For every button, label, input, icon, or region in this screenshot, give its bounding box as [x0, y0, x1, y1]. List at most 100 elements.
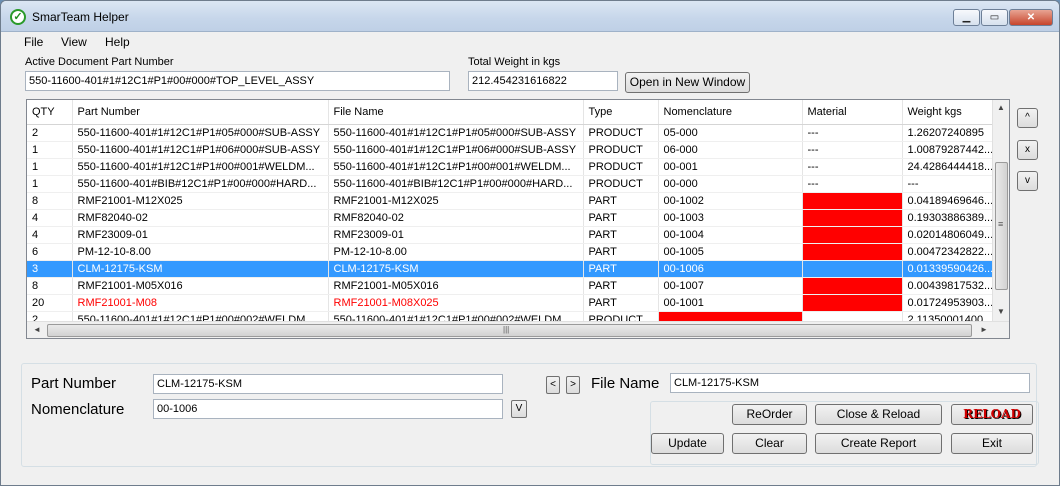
cell-part-number[interactable]: 550-11600-401#1#12C1#P1#00#001#WELDM... [72, 158, 329, 176]
cell-qty[interactable]: 3 [27, 260, 73, 278]
table-row[interactable]: 8 RMF21001-M05X016 RMF21001-M05X016 PART 00-… [27, 277, 1000, 295]
reload-button[interactable]: RELOAD [951, 404, 1033, 425]
close-reload-button[interactable]: Close & Reload [815, 404, 942, 425]
update-button[interactable]: Update [651, 433, 724, 454]
cell-type[interactable]: PRODUCT [583, 124, 659, 142]
close-icon[interactable]: ✕ [1009, 9, 1053, 26]
cell-file-name[interactable]: RMF21001-M05X016 [328, 277, 584, 295]
cell-material[interactable]: --- [802, 175, 903, 193]
cell-type[interactable]: PART [583, 277, 659, 295]
cell-nomenclature[interactable]: 00-1001 [658, 294, 803, 312]
cell-file-name[interactable]: 550-11600-401#1#12C1#P1#06#000#SUB-ASSY [328, 141, 584, 159]
table-row[interactable]: 3 CLM-12175-KSM CLM-12175-KSM PART 00-1006 0.… [27, 260, 1000, 278]
cell-material[interactable]: --- [802, 124, 903, 142]
cell-qty[interactable]: 1 [27, 141, 73, 159]
cell-part-number[interactable]: 550-11600-401#BIB#12C1#P1#00#000#HARD... [72, 175, 329, 193]
cell-file-name[interactable]: 550-11600-401#1#12C1#P1#05#000#SUB-ASSY [328, 124, 584, 142]
cell-part-number[interactable]: RMF21001-M08 [72, 294, 329, 312]
scroll-right-icon[interactable]: ► [980, 325, 988, 334]
cell-weight[interactable]: 24.4286444418... [902, 158, 1000, 176]
vertical-scroll-thumb[interactable]: ≡ [995, 162, 1008, 290]
cell-file-name[interactable]: 550-11600-401#BIB#12C1#P1#00#000#HARD... [328, 175, 584, 193]
table-row[interactable]: 4 RMF23009-01 RMF23009-01 PART 00-1004 0.0201… [27, 226, 1000, 244]
col-header-material[interactable]: Material [802, 100, 903, 125]
col-header-type[interactable]: Type [583, 100, 659, 125]
col-header-weight[interactable]: Weight kgs [902, 100, 1000, 125]
cell-type[interactable]: PART [583, 294, 659, 312]
table-row[interactable]: 1 550-11600-401#1#12C1#P1#00#001#WELDM...… [27, 158, 1000, 176]
file-name-input[interactable]: CLM-12175-KSM [670, 373, 1030, 393]
maximize-icon[interactable]: ▭ [981, 9, 1008, 26]
scroll-down-icon[interactable]: ▼ [997, 307, 1005, 316]
cell-nomenclature[interactable]: 00-001 [658, 158, 803, 176]
table-row[interactable]: 2 550-11600-401#1#12C1#P1#05#000#SUB-ASSY… [27, 124, 1000, 142]
cell-qty[interactable]: 6 [27, 243, 73, 261]
horizontal-scrollbar[interactable]: ◄ ||| ► [27, 321, 1009, 338]
cell-part-number[interactable]: CLM-12175-KSM [72, 260, 329, 278]
cell-nomenclature[interactable]: 00-1004 [658, 226, 803, 244]
cell-part-number[interactable]: RMF23009-01 [72, 226, 329, 244]
cell-material[interactable] [802, 209, 903, 227]
cell-type[interactable]: PART [583, 192, 659, 210]
create-report-button[interactable]: Create Report [815, 433, 942, 454]
cell-material[interactable] [802, 192, 903, 210]
cell-weight[interactable]: 0.00472342822... [902, 243, 1000, 261]
scroll-left-icon[interactable]: ◄ [33, 325, 41, 334]
cell-nomenclature[interactable]: 00-1005 [658, 243, 803, 261]
cell-material[interactable]: --- [802, 158, 903, 176]
cell-file-name[interactable]: CLM-12175-KSM [328, 260, 584, 278]
cell-qty[interactable]: 1 [27, 158, 73, 176]
menu-file[interactable]: File [24, 35, 43, 49]
cell-type[interactable]: PART [583, 243, 659, 261]
cell-weight[interactable]: --- [902, 175, 1000, 193]
cell-qty[interactable]: 8 [27, 277, 73, 295]
cell-material[interactable] [802, 243, 903, 261]
cell-file-name[interactable]: RMF21001-M08X025 [328, 294, 584, 312]
cell-qty[interactable]: 20 [27, 294, 73, 312]
cell-weight[interactable]: 0.00439817532... [902, 277, 1000, 295]
cell-nomenclature[interactable]: 05-000 [658, 124, 803, 142]
cell-weight[interactable]: 0.02014806049... [902, 226, 1000, 244]
cell-type[interactable]: PART [583, 260, 659, 278]
prev-button[interactable]: < [546, 376, 560, 394]
cell-weight[interactable]: 0.04189469646... [902, 192, 1000, 210]
table-row[interactable]: 1 550-11600-401#BIB#12C1#P1#00#000#HARD..… [27, 175, 1000, 193]
cell-material[interactable] [802, 260, 903, 278]
cell-part-number[interactable]: RMF82040-02 [72, 209, 329, 227]
nomenclature-v-button[interactable]: V [511, 400, 527, 418]
cell-part-number[interactable]: 550-11600-401#1#12C1#P1#05#000#SUB-ASSY [72, 124, 329, 142]
cell-material[interactable] [802, 294, 903, 312]
table-row[interactable]: 1 550-11600-401#1#12C1#P1#06#000#SUB-ASSY… [27, 141, 1000, 159]
col-header-qty[interactable]: QTY [27, 100, 73, 125]
cell-part-number[interactable]: PM-12-10-8.00 [72, 243, 329, 261]
cell-file-name[interactable]: PM-12-10-8.00 [328, 243, 584, 261]
cell-nomenclature[interactable]: 00-000 [658, 175, 803, 193]
cell-weight[interactable]: 0.01339590426... [902, 260, 1000, 278]
remove-button[interactable]: x [1017, 140, 1038, 160]
cell-qty[interactable]: 2 [27, 124, 73, 142]
table-row[interactable]: 4 RMF82040-02 RMF82040-02 PART 00-1003 0.1930… [27, 209, 1000, 227]
next-button[interactable]: > [566, 376, 580, 394]
cell-weight[interactable]: 1.26207240895 [902, 124, 1000, 142]
cell-file-name[interactable]: RMF23009-01 [328, 226, 584, 244]
col-header-part-number[interactable]: Part Number [72, 100, 329, 125]
table-row[interactable]: 6 PM-12-10-8.00 PM-12-10-8.00 PART 00-1005 0.… [27, 243, 1000, 261]
cell-material[interactable]: --- [802, 141, 903, 159]
horizontal-scroll-thumb[interactable]: ||| [47, 324, 972, 337]
cell-qty[interactable]: 8 [27, 192, 73, 210]
cell-part-number[interactable]: 550-11600-401#1#12C1#P1#06#000#SUB-ASSY [72, 141, 329, 159]
move-down-button[interactable]: v [1017, 171, 1038, 191]
table-row[interactable]: 20 RMF21001-M08 RMF21001-M08X025 PART 00-100… [27, 294, 1000, 312]
cell-type[interactable]: PRODUCT [583, 141, 659, 159]
nomenclature-input[interactable]: 00-1006 [153, 399, 503, 419]
move-up-button[interactable]: ^ [1017, 108, 1038, 128]
cell-type[interactable]: PART [583, 226, 659, 244]
cell-file-name[interactable]: 550-11600-401#1#12C1#P1#00#001#WELDM... [328, 158, 584, 176]
cell-qty[interactable]: 4 [27, 209, 73, 227]
cell-file-name[interactable]: RMF82040-02 [328, 209, 584, 227]
cell-part-number[interactable]: RMF21001-M12X025 [72, 192, 329, 210]
cell-material[interactable] [802, 226, 903, 244]
cell-nomenclature[interactable]: 00-1006 [658, 260, 803, 278]
cell-nomenclature[interactable]: 00-1003 [658, 209, 803, 227]
col-header-nomenclature[interactable]: Nomenclature [658, 100, 803, 125]
